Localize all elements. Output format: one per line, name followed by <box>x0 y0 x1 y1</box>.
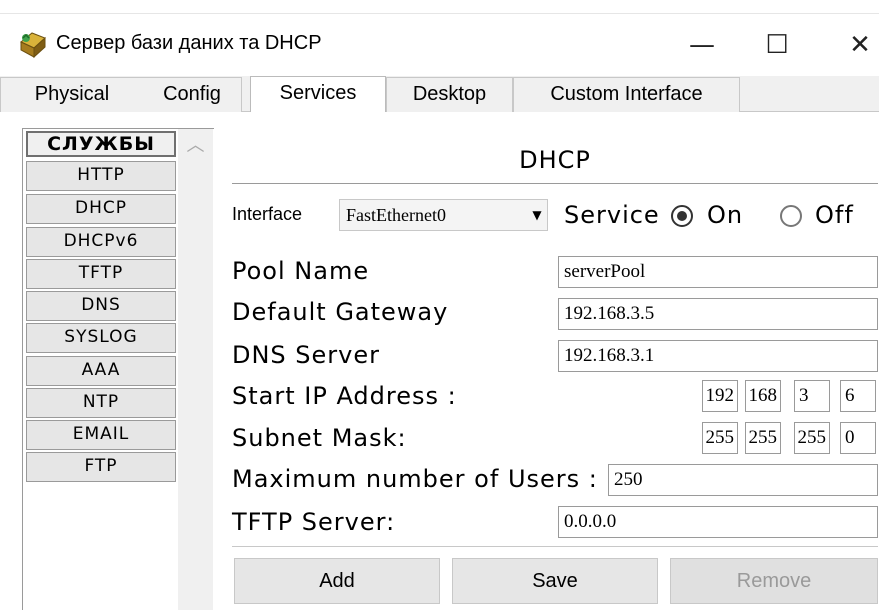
remove-button[interactable]: Remove <box>670 558 878 604</box>
services-scrollbar[interactable] <box>178 129 213 610</box>
service-aaa-button[interactable]: AAA <box>26 356 176 386</box>
tftp-server-label: TFTP Server: <box>232 508 396 536</box>
service-off-radio[interactable] <box>780 205 802 227</box>
maximize-button[interactable]: ☐ <box>751 28 803 64</box>
service-on-label: On <box>707 201 744 229</box>
max-users-label: Maximum number of Users : <box>232 465 598 493</box>
minimize-button[interactable]: — <box>676 28 728 64</box>
default-gateway-input[interactable]: 192.168.3.5 <box>558 298 878 330</box>
start-ip-octet-2[interactable]: 168 <box>745 380 781 412</box>
divider <box>232 183 878 184</box>
service-off-label: Off <box>815 201 854 229</box>
tab-desktop[interactable]: Desktop <box>386 77 513 112</box>
service-ntp-button[interactable]: NTP <box>26 388 176 418</box>
dns-server-input[interactable]: 192.168.3.1 <box>558 340 878 372</box>
save-button[interactable]: Save <box>452 558 658 604</box>
pool-name-input[interactable]: serverPool <box>558 256 878 288</box>
subnet-octet-3[interactable]: 255 <box>794 422 830 454</box>
window-title: Сервер бази даних та DHCP <box>56 32 322 54</box>
service-dhcp-button[interactable]: DHCP <box>26 194 176 224</box>
service-dhcpv6-button[interactable]: DHCPv6 <box>26 227 176 257</box>
tftp-server-input[interactable]: 0.0.0.0 <box>558 506 878 538</box>
divider <box>232 546 878 547</box>
services-header: СЛУЖБЫ <box>26 131 176 157</box>
max-users-input[interactable]: 250 <box>608 464 878 496</box>
service-on-radio[interactable] <box>671 205 693 227</box>
service-tftp-button[interactable]: TFTP <box>26 259 176 289</box>
default-gateway-label: Default Gateway <box>232 298 449 326</box>
dropdown-arrow-icon: ▼ <box>532 208 542 222</box>
start-ip-octet-4[interactable]: 6 <box>840 380 876 412</box>
service-dns-button[interactable]: DNS <box>26 291 176 321</box>
title-bar-top-edge <box>0 0 879 14</box>
close-button[interactable]: ✕ <box>830 28 879 64</box>
tab-services[interactable]: Services <box>250 76 386 114</box>
pool-name-label: Pool Name <box>232 257 370 285</box>
service-email-button[interactable]: EMAIL <box>26 420 176 450</box>
chevron-up-icon[interactable]: ︿ <box>178 133 213 159</box>
add-button[interactable]: Add <box>234 558 440 604</box>
subnet-octet-1[interactable]: 255 <box>702 422 738 454</box>
start-ip-octet-1[interactable]: 192 <box>702 380 738 412</box>
subnet-mask-label: Subnet Mask: <box>232 424 407 452</box>
subnet-octet-4[interactable]: 0 <box>840 422 876 454</box>
service-syslog-button[interactable]: SYSLOG <box>26 323 176 353</box>
tab-custom-interface[interactable]: Custom Interface <box>513 77 740 112</box>
service-http-button[interactable]: HTTP <box>26 161 176 191</box>
dns-server-label: DNS Server <box>232 341 380 369</box>
service-label: Service <box>564 201 660 229</box>
start-ip-octet-3[interactable]: 3 <box>794 380 830 412</box>
tab-config[interactable]: Config <box>143 77 242 112</box>
dhcp-title: DHCP <box>519 146 591 174</box>
service-ftp-button[interactable]: FTP <box>26 452 176 482</box>
app-icon <box>18 30 48 60</box>
start-ip-label: Start IP Address : <box>232 382 457 410</box>
subnet-octet-2[interactable]: 255 <box>745 422 781 454</box>
tab-physical[interactable]: Physical <box>0 77 144 112</box>
interface-label: Interface <box>232 204 303 224</box>
interface-select[interactable]: FastEthernet0 <box>339 199 548 231</box>
